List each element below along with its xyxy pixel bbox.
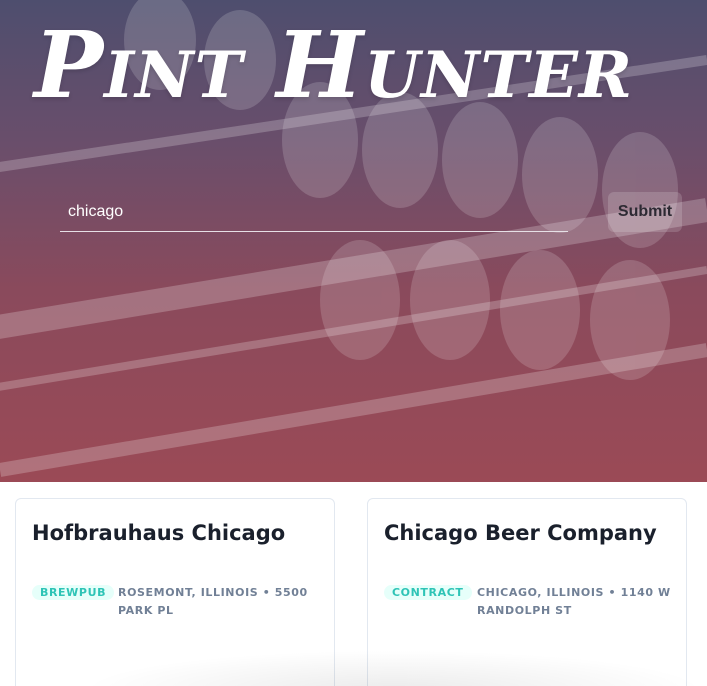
brewery-address: CHICAGO, ILLINOIS • 1140 W RANDOLPH ST — [477, 586, 671, 617]
brewery-type-badge: CONTRACT — [384, 585, 472, 600]
submit-button[interactable]: Submit — [608, 192, 682, 232]
brewery-name: Hofbrauhaus Chicago — [32, 521, 286, 545]
brewery-address: ROSEMONT, ILLINOIS • 5500 PARK PL — [118, 586, 308, 617]
hero-header: Pint Hunter Submit — [0, 0, 707, 482]
brewery-card[interactable]: Chicago Beer Company CONTRACT CHICAGO, I… — [367, 498, 687, 686]
results-list: Hofbrauhaus Chicago BREWPUB ROSEMONT, IL… — [0, 482, 707, 686]
search-form: Submit — [60, 192, 682, 232]
brewery-type-badge: BREWPUB — [32, 585, 115, 600]
brewery-card[interactable]: Hofbrauhaus Chicago BREWPUB ROSEMONT, IL… — [15, 498, 335, 686]
search-input[interactable] — [60, 192, 568, 232]
brewery-name: Chicago Beer Company — [384, 521, 657, 545]
app-title: Pint Hunter — [34, 11, 634, 119]
